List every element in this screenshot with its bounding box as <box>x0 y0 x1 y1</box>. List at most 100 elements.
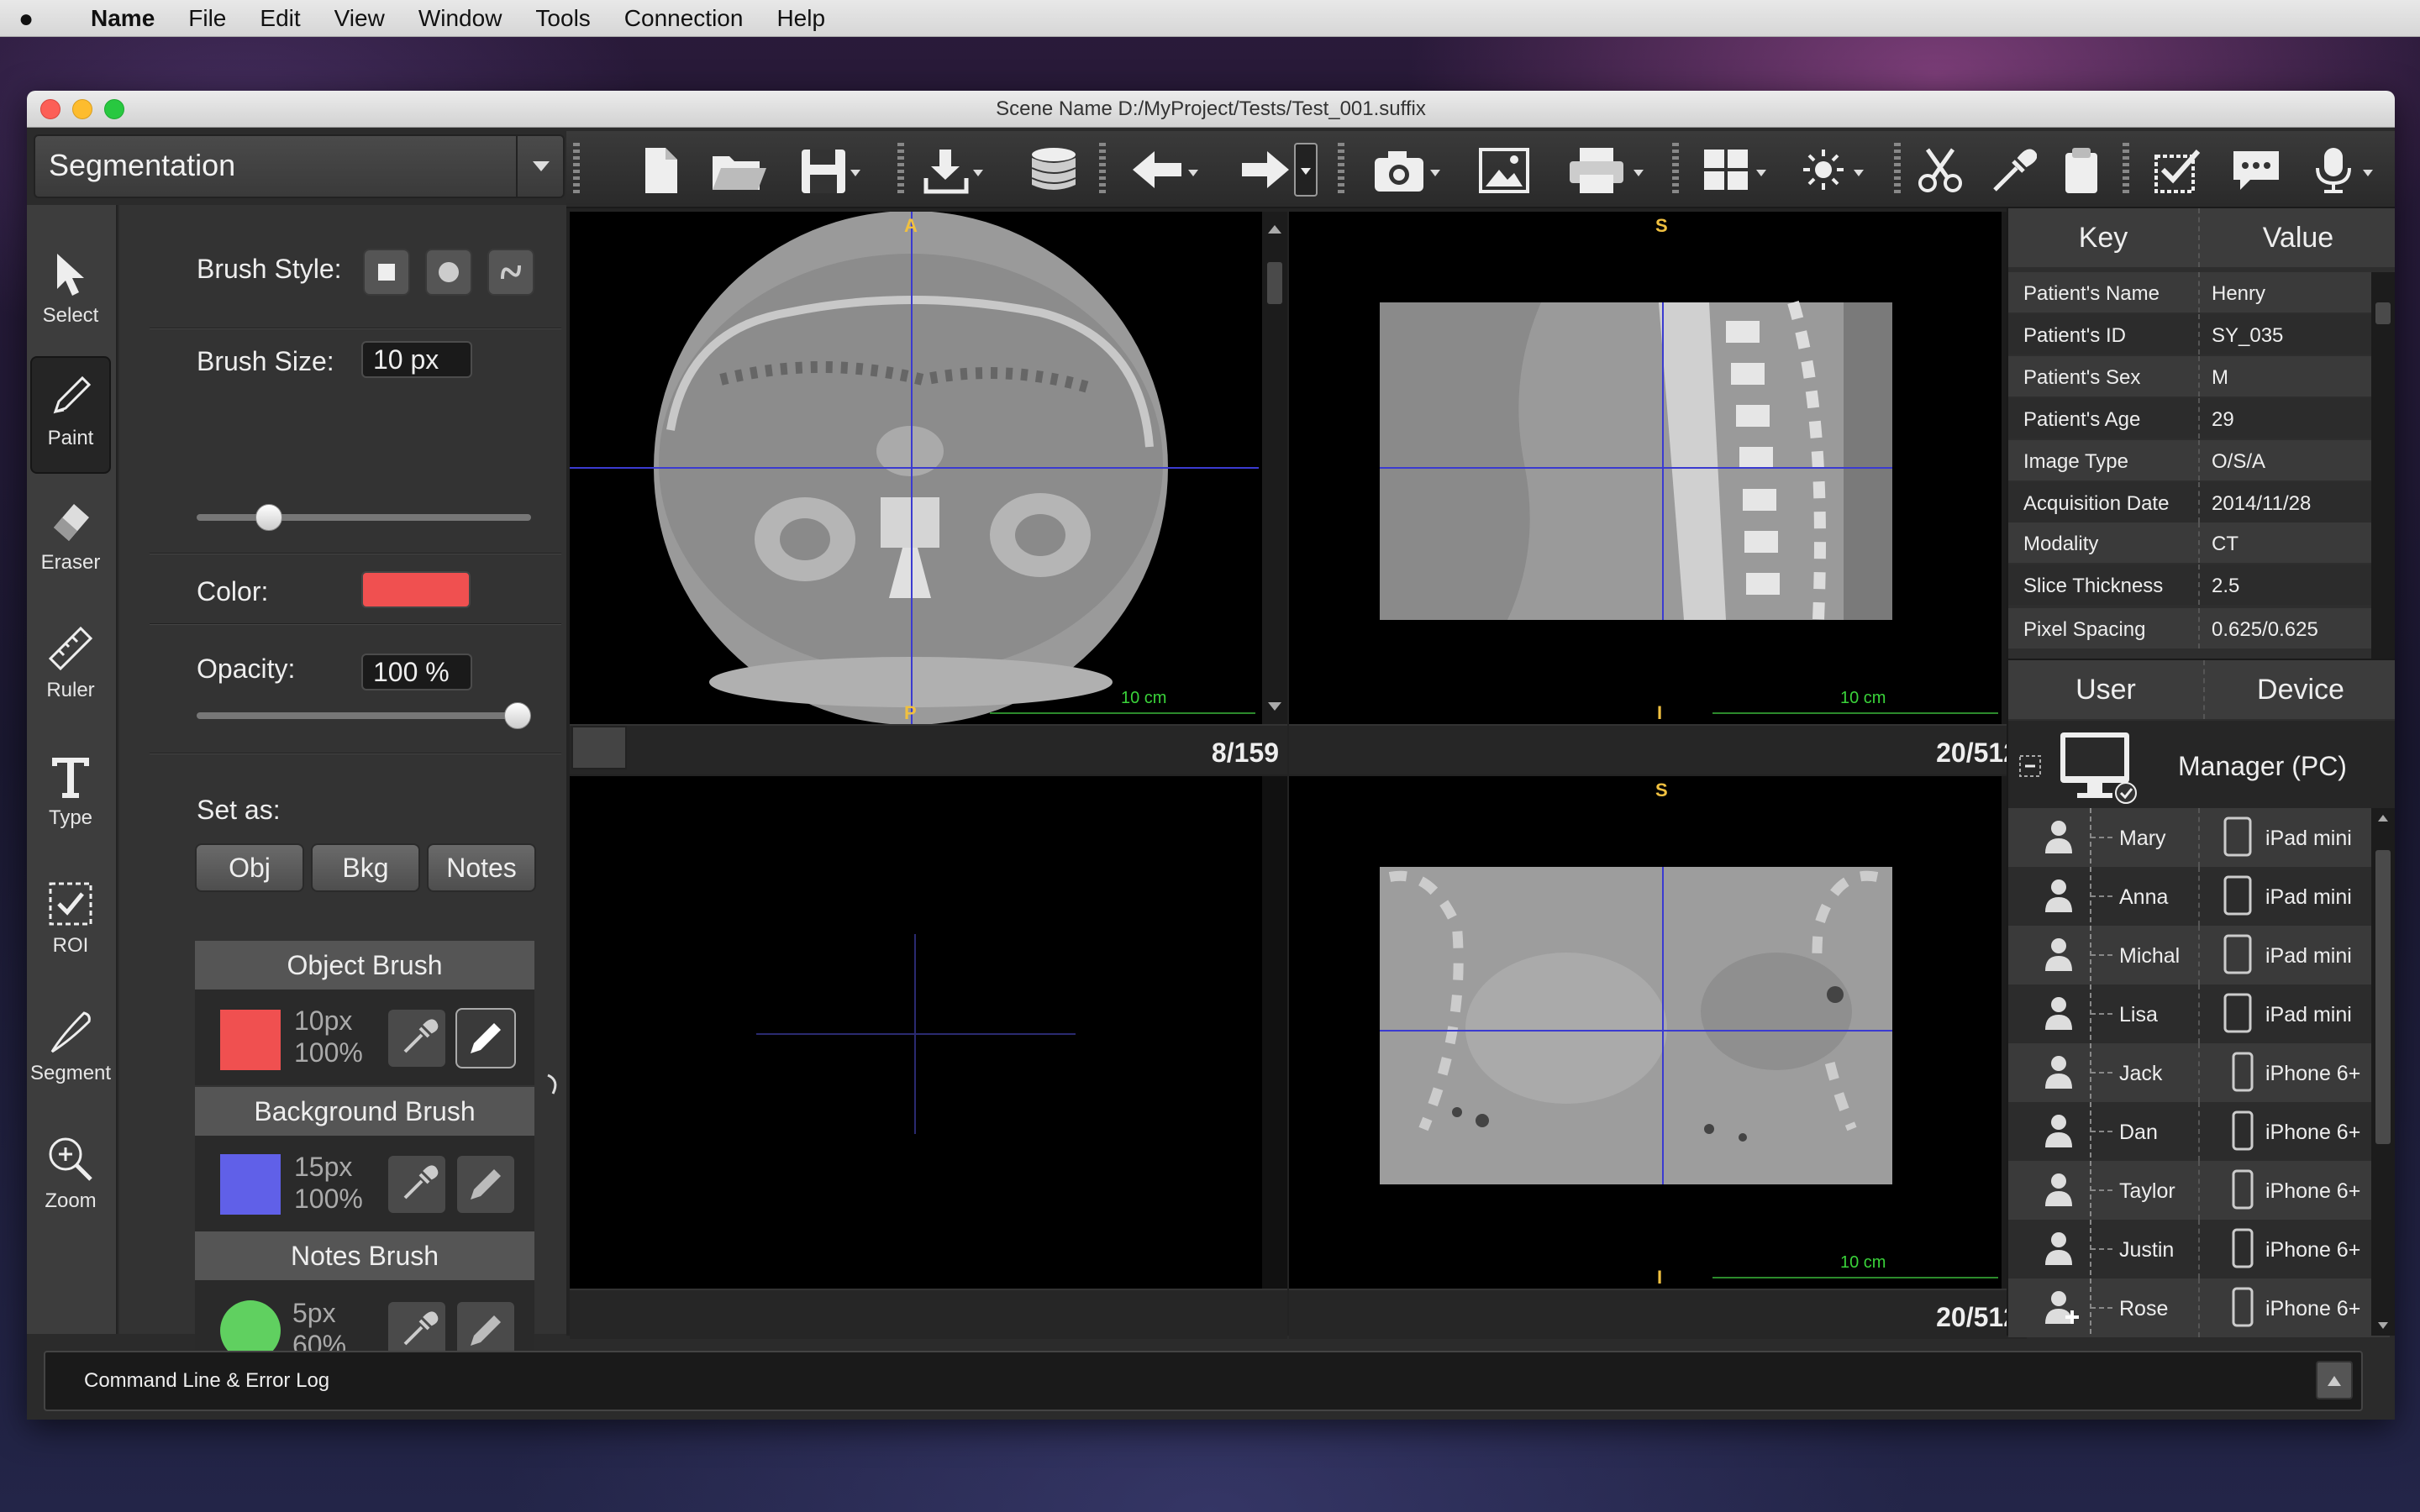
viewport-axial[interactable]: A P 10 cm <box>570 212 1287 724</box>
dicom-value: 0.625/0.625 <box>2212 618 2318 641</box>
axial-scrollbar[interactable] <box>1262 212 1287 724</box>
dicom-row[interactable]: Acquisition Date 2014/11/28 <box>2008 482 2373 522</box>
dicom-row[interactable]: Patient's Age 29 <box>2008 398 2373 438</box>
collapse-panel-icon[interactable] <box>541 1068 566 1102</box>
brush-style-circle[interactable] <box>425 249 472 296</box>
iphone-icon <box>2232 1287 2254 1327</box>
background-brush-swatch[interactable] <box>220 1154 281 1215</box>
database-icon[interactable] <box>1028 144 1079 195</box>
axial-slice-thumb[interactable] <box>571 726 627 769</box>
scale-bar-label: 10 cm <box>1840 689 1886 707</box>
image-icon[interactable] <box>1477 144 1531 195</box>
set-as-notes-button[interactable]: Notes <box>427 843 536 892</box>
dicom-row[interactable]: Modality CT <box>2008 522 2373 563</box>
background-brush-eyedropper-button[interactable] <box>387 1154 447 1215</box>
checklist-icon[interactable] <box>2151 144 2205 195</box>
redo-dropdown-button[interactable] <box>1294 143 1318 197</box>
brush-style-freeform[interactable] <box>487 249 534 296</box>
background-brush-pencil-button[interactable] <box>455 1154 516 1215</box>
save-icon[interactable] <box>798 144 865 195</box>
dicom-row[interactable]: Pixel Spacing 0.625/0.625 <box>2008 608 2373 648</box>
camera-icon[interactable] <box>1371 144 1447 195</box>
microphone-icon[interactable] <box>2307 144 2383 195</box>
manager-row[interactable]: Manager (PC) <box>2008 721 2395 808</box>
brush-size-slider-knob[interactable] <box>255 504 282 531</box>
brush-size-input[interactable]: 10 px <box>361 341 472 378</box>
new-file-icon[interactable] <box>640 144 682 195</box>
dicom-row[interactable]: Patient's Sex M <box>2008 356 2373 396</box>
open-folder-icon[interactable] <box>709 144 768 195</box>
object-brush-pencil-button[interactable] <box>455 1008 516 1068</box>
dicom-row[interactable]: Patient's Name Henry <box>2008 272 2373 312</box>
brush-size-slider[interactable] <box>197 514 531 521</box>
menu-window[interactable]: Window <box>418 5 502 32</box>
user-row[interactable]: Lisa iPad mini <box>2008 984 2390 1043</box>
object-brush-eyedropper-button[interactable] <box>387 1008 447 1068</box>
color-label: Color: <box>197 576 269 606</box>
menu-edit[interactable]: Edit <box>260 5 300 32</box>
tool-roi[interactable]: ROI <box>30 865 111 983</box>
dicom-row[interactable]: Slice Thickness 2.5 <box>2008 564 2373 605</box>
tool-ruler[interactable]: Ruler <box>30 610 111 727</box>
expand-console-button[interactable] <box>2316 1361 2353 1399</box>
orientation-top-label: A <box>904 215 918 236</box>
command-line-panel[interactable]: Command Line & Error Log <box>44 1351 2363 1411</box>
scissors-icon[interactable] <box>1916 144 1966 195</box>
chat-bubble-icon[interactable] <box>2230 144 2284 195</box>
opacity-slider[interactable] <box>197 712 531 719</box>
tool-select[interactable]: Select <box>30 235 111 353</box>
viewport-3d[interactable] <box>570 776 1287 1289</box>
clipboard-icon[interactable] <box>2060 144 2102 195</box>
tool-type[interactable]: Type <box>30 738 111 855</box>
user-row[interactable]: Jack iPhone 6+ <box>2008 1043 2390 1102</box>
user-name: Anna <box>2119 885 2169 909</box>
printer-icon[interactable] <box>1566 144 1650 195</box>
dicom-row[interactable]: Patient's ID SY_035 <box>2008 314 2373 354</box>
collapse-tree-icon[interactable] <box>2018 754 2044 780</box>
menu-connection[interactable]: Connection <box>624 5 744 32</box>
viewport-sagittal[interactable]: S I 10 cm <box>1289 212 2027 724</box>
opacity-slider-knob[interactable] <box>504 702 531 729</box>
tool-paint[interactable]: Paint <box>30 356 111 474</box>
menu-help[interactable]: Help <box>776 5 825 32</box>
pencil-icon <box>471 1023 501 1053</box>
menu-file[interactable]: File <box>188 5 226 32</box>
tool-eraser[interactable]: Eraser <box>30 482 111 600</box>
dicom-value: O/S/A <box>2212 450 2266 473</box>
tool-segment[interactable]: Segment <box>30 993 111 1110</box>
opacity-input[interactable]: 100 % <box>361 654 472 690</box>
user-row[interactable]: Justin iPhone 6+ <box>2008 1220 2390 1278</box>
dicom-value: Henry <box>2212 282 2266 305</box>
dicom-key: Patient's Sex <box>2023 366 2141 389</box>
menu-app-name[interactable]: Name <box>91 5 155 32</box>
user-row[interactable]: Mary iPad mini <box>2008 808 2390 867</box>
brush-style-square[interactable] <box>363 249 410 296</box>
undo-arrow-icon[interactable] <box>1129 144 1205 195</box>
object-brush-swatch[interactable] <box>220 1010 281 1070</box>
color-picker-swatch[interactable] <box>361 571 471 608</box>
layout-grid-icon[interactable] <box>1701 144 1776 195</box>
orientation-top-label: S <box>1655 215 1668 236</box>
dicom-row[interactable]: Image Type O/S/A <box>2008 440 2373 480</box>
brush-panel: Brush Style: Brush Size: 10 px Color: Op… <box>119 205 590 1374</box>
tool-zoom[interactable]: Zoom <box>30 1121 111 1238</box>
user-row[interactable]: Anna iPad mini <box>2008 867 2390 926</box>
apple-icon[interactable]: ● <box>18 5 34 34</box>
user-row[interactable]: Michal iPad mini <box>2008 926 2390 984</box>
mode-dropdown[interactable]: Segmentation <box>34 134 565 198</box>
set-as-obj-button[interactable]: Obj <box>195 843 304 892</box>
user-row[interactable]: Rose iPhone 6+ <box>2008 1278 2390 1337</box>
eyedropper-icon[interactable] <box>1986 144 2037 195</box>
brightness-icon[interactable] <box>1798 144 1874 195</box>
menu-tools[interactable]: Tools <box>535 5 590 32</box>
users-scrollbar[interactable] <box>2371 808 2395 1336</box>
import-download-icon[interactable] <box>923 144 990 195</box>
set-as-bkg-button[interactable]: Bkg <box>311 843 420 892</box>
chevron-down-icon[interactable] <box>516 136 563 197</box>
viewport-coronal[interactable]: S I 10 cm <box>1289 776 2027 1289</box>
redo-arrow-icon[interactable] <box>1239 144 1292 195</box>
user-row[interactable]: Taylor iPhone 6+ <box>2008 1161 2390 1220</box>
pencil-icon <box>53 375 92 414</box>
menu-view[interactable]: View <box>334 5 385 32</box>
user-row[interactable]: Dan iPhone 6+ <box>2008 1102 2390 1161</box>
